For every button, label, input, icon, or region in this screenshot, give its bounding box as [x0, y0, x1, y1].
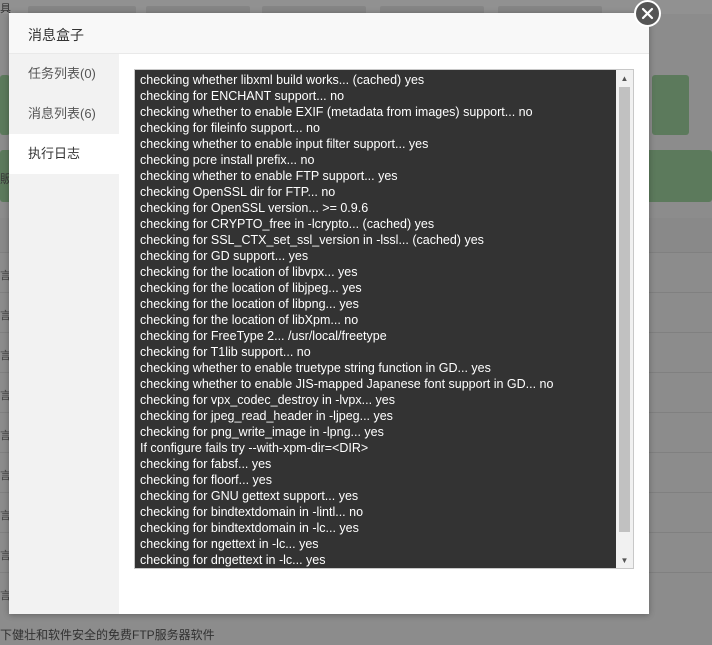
log-line: checking whether to enable truetype stri… [140, 361, 491, 375]
dialog-title: 消息盒子 [28, 27, 84, 43]
log-line: checking whether to enable EXIF (metadat… [140, 105, 533, 119]
log-line: If configure fails try --with-xpm-dir=<D… [140, 441, 369, 455]
log-line: checking for fabsf... yes [140, 457, 272, 471]
log-line: checking for CRYPTO_free in -lcrypto... … [140, 217, 435, 231]
log-line: checking for ngettext in -lc... yes [140, 537, 319, 551]
log-line: checking for bindtextdomain in -lc... ye… [140, 521, 359, 535]
dialog-body: checking whether libxml build works... (… [119, 54, 649, 614]
log-scrollbar[interactable]: ▲ ▼ [616, 70, 633, 568]
log-line: checking whether to enable input filter … [140, 137, 429, 151]
scroll-down-arrow-icon[interactable]: ▼ [616, 552, 633, 568]
log-line: checking for the location of libjpeg... … [140, 281, 362, 295]
log-line: checking for FreeType 2... /usr/local/fr… [140, 329, 387, 343]
log-line: checking for OpenSSL version... >= 0.9.6 [140, 201, 369, 215]
log-line: checking for the location of libXpm... n… [140, 313, 359, 327]
sidebar-item-messages[interactable]: 消息列表(6) [9, 94, 119, 134]
log-lines: checking whether libxml build works... (… [140, 72, 615, 568]
log-line: checking for fileinfo support... no [140, 121, 320, 135]
dialog-header: 消息盒子 [9, 13, 649, 54]
message-box-dialog: 消息盒子 任务列表(0) 消息列表(6) 执行日志 checking wheth… [9, 13, 649, 614]
log-line: checking whether libxml build works... (… [140, 73, 425, 87]
log-line: checking for png_write_image in -lpng...… [140, 425, 384, 439]
log-line: checking for GNU gettext support... yes [140, 489, 359, 503]
log-line: checking OpenSSL dir for FTP... no [140, 185, 336, 199]
log-line: checking for T1lib support... no [140, 345, 311, 359]
log-line: checking for the location of libpng... y… [140, 297, 359, 311]
execution-log-console[interactable]: checking whether libxml build works... (… [134, 69, 634, 569]
scroll-up-arrow-icon[interactable]: ▲ [616, 70, 633, 86]
log-line: checking for the location of libvpx... y… [140, 265, 358, 279]
log-line: checking whether to enable FTP support..… [140, 169, 398, 183]
close-icon[interactable] [634, 0, 661, 27]
sidebar-item-execution-log[interactable]: 执行日志 [9, 134, 119, 174]
log-line: checking for vpx_codec_destroy in -lvpx.… [140, 393, 395, 407]
log-line: checking for SSL_CTX_set_ssl_version in … [140, 233, 484, 247]
scroll-thumb[interactable] [619, 87, 630, 532]
log-line: checking for dngettext in -lc... yes [140, 553, 326, 567]
log-line: checking for floorf... yes [140, 473, 273, 487]
log-line: checking for jpeg_read_header in -ljpeg.… [140, 409, 393, 423]
log-line: checking pcre install prefix... no [140, 153, 315, 167]
log-line: checking whether to enable JIS-mapped Ja… [140, 377, 554, 391]
log-line: checking for ENCHANT support... no [140, 89, 345, 103]
sidebar-item-tasks[interactable]: 任务列表(0) [9, 54, 119, 94]
log-line: checking for bindtextdomain in -lintl...… [140, 505, 364, 519]
dialog-sidebar: 任务列表(0) 消息列表(6) 执行日志 [9, 54, 119, 614]
log-line: checking for GD support... yes [140, 249, 309, 263]
